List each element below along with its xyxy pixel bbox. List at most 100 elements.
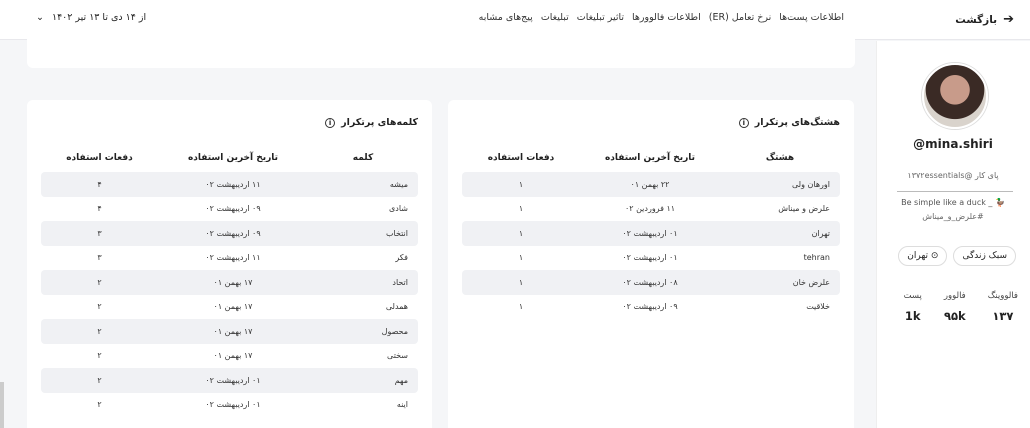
section-tabs: اطلاعات پست‌ها نرخ تعامل (ER) اطلاعات فا… bbox=[479, 12, 844, 23]
date-range-picker[interactable]: از ۱۴ دی تا ۱۳ تیر ۱۴۰۲ ⌄ bbox=[36, 12, 146, 23]
chevron-down-icon: ⌄ bbox=[36, 12, 44, 23]
table-cell: ۰۱ اردیبهشت ۰۲ bbox=[580, 221, 720, 246]
table-cell: محصول bbox=[308, 319, 418, 344]
table-cell: همدلی bbox=[385, 302, 408, 312]
table-cell: ۰۱ اردیبهشت ۰۲ bbox=[622, 253, 678, 263]
table-cell: tehran bbox=[803, 253, 830, 263]
tab-engagement-rate[interactable]: نرخ تعامل (ER) bbox=[709, 12, 772, 23]
column-header[interactable]: تاریخ آخرین استفاده bbox=[158, 148, 308, 172]
table-row: علرض و میناش ۱۱ فروردین ۰۲ ۱ bbox=[462, 197, 840, 222]
table-row: اتحاد ۱۷ بهمن ۰۱ ۲ bbox=[41, 270, 418, 295]
table-cell: ۰۹ اردیبهشت ۰۲ bbox=[622, 302, 678, 312]
table-cell: ۲ bbox=[41, 270, 158, 295]
table-cell: ۱۱ اردیبهشت ۰۲ bbox=[158, 172, 308, 197]
top-hashtags-panel: هشتگ‌های پرتکرار i هشتگ تاریخ آخرین استف… bbox=[448, 100, 854, 428]
table-cell: ۱۷ بهمن ۰۱ bbox=[213, 302, 253, 312]
hashtags-table: هشتگ تاریخ آخرین استفاده دفعات استفاده ا… bbox=[462, 148, 840, 319]
words-table: کلمه تاریخ آخرین استفاده دفعات استفاده م… bbox=[41, 148, 418, 417]
table-row: علرض خان ۰۸ اردیبهشت ۰۲ ۱ bbox=[462, 270, 840, 295]
table-row: تهران ۰۱ اردیبهشت ۰۲ ۱ bbox=[462, 221, 840, 246]
table-cell: ۲ bbox=[97, 351, 102, 361]
table-cell: اورهان ولی bbox=[720, 172, 840, 197]
bio-line-1: پای کار @۱۳۷۲essentials bbox=[907, 171, 999, 180]
table-cell: ۱۱ اردیبهشت ۰۲ bbox=[205, 253, 261, 263]
previous-section-card bbox=[27, 30, 855, 68]
top-words-panel: کلمه‌های پرتکرار i کلمه تاریخ آخرین استف… bbox=[27, 100, 432, 428]
table-row: اورهان ولی ۲۲ بهمن ۰۱ ۱ bbox=[462, 172, 840, 197]
stat-posts: پست 1k bbox=[903, 291, 922, 323]
info-icon[interactable]: i bbox=[325, 117, 336, 128]
column-header[interactable]: تاریخ آخرین استفاده bbox=[580, 148, 720, 172]
table-cell: اتحاد bbox=[308, 270, 418, 295]
table-cell: ۱۷ بهمن ۰۱ bbox=[213, 351, 253, 361]
profile-tags: سبک زندگی ⊙ تهران bbox=[898, 246, 1016, 266]
table-cell: ۱۱ فروردین ۰۲ bbox=[624, 204, 676, 214]
table-row: مهم ۰۱ اردیبهشت ۰۲ ۲ bbox=[41, 368, 418, 393]
table-cell: ۲ bbox=[41, 319, 158, 344]
table-cell: ۲ bbox=[97, 302, 102, 312]
table-row: سختی ۱۷ بهمن ۰۱ ۲ bbox=[41, 344, 418, 369]
table-cell: ۱ bbox=[462, 221, 580, 246]
tab-similar-pages[interactable]: پیج‌های مشابه bbox=[479, 12, 533, 23]
location-pin-icon: ⊙ bbox=[930, 251, 939, 261]
table-cell: ۰۱ اردیبهشت ۰۲ bbox=[205, 400, 261, 410]
date-range-label: از ۱۴ دی تا ۱۳ تیر ۱۴۰۲ bbox=[51, 12, 147, 23]
table-cell: ۲۲ بهمن ۰۱ bbox=[580, 172, 720, 197]
table-cell: ۰۹ اردیبهشت ۰۲ bbox=[158, 221, 308, 246]
tab-ads[interactable]: تبلیغات bbox=[541, 12, 569, 23]
column-header[interactable]: کلمه bbox=[308, 148, 418, 172]
table-row: اینه ۰۱ اردیبهشت ۰۲ ۲ bbox=[41, 393, 418, 418]
chip-lifestyle[interactable]: سبک زندگی bbox=[953, 246, 1016, 266]
column-header[interactable]: هشتگ bbox=[720, 148, 840, 172]
table-cell: اینه bbox=[396, 400, 408, 410]
table-cell: ۱۷ بهمن ۰۱ bbox=[158, 270, 308, 295]
table-cell: ۱ bbox=[518, 204, 524, 214]
info-icon[interactable]: i bbox=[738, 117, 749, 128]
bio-divider bbox=[897, 191, 1013, 192]
table-cell: ۱ bbox=[462, 172, 580, 197]
table-row: شادی ۰۹ اردیبهشت ۰۲ ۴ bbox=[41, 197, 418, 222]
stat-following: فالووینگ ۱۳۷ bbox=[987, 291, 1018, 323]
table-cell: شادی bbox=[389, 204, 408, 214]
column-header[interactable]: دفعات استفاده bbox=[41, 148, 158, 172]
arrow-right-icon: ➔ bbox=[1003, 12, 1014, 27]
table-cell: مهم bbox=[308, 368, 418, 393]
stat-followers: فالوور ۹۵k bbox=[943, 291, 966, 323]
bio-line-3: #علرض_و_میناش bbox=[922, 212, 984, 221]
table-cell: تهران bbox=[720, 221, 840, 246]
table-cell: ۲ bbox=[97, 400, 102, 410]
back-label: بازگشت bbox=[955, 13, 998, 26]
back-button[interactable]: ➔ بازگشت bbox=[955, 12, 1014, 27]
table-cell: ۱ bbox=[518, 253, 524, 263]
panel-title: هشتگ‌های پرتکرار i bbox=[738, 117, 840, 128]
table-cell: فکر bbox=[395, 253, 408, 263]
bio-line-2: Be simple like a duck _ 🦆 bbox=[901, 198, 1005, 207]
chip-location[interactable]: ⊙ تهران bbox=[898, 246, 948, 266]
table-cell: ۲ bbox=[41, 368, 158, 393]
table-row: انتخاب ۰۹ اردیبهشت ۰۲ ۳ bbox=[41, 221, 418, 246]
scrollbar[interactable] bbox=[0, 382, 4, 428]
table-cell: ۴ bbox=[41, 172, 158, 197]
table-cell: ۳ bbox=[97, 253, 102, 263]
avatar bbox=[922, 63, 988, 129]
tab-ads-impact[interactable]: تاثیر تبلیغات bbox=[577, 12, 624, 23]
table-cell: خلاقیت bbox=[806, 302, 830, 312]
table-cell: ۱۷ بهمن ۰۱ bbox=[158, 319, 308, 344]
column-header[interactable]: دفعات استفاده bbox=[462, 148, 580, 172]
table-cell: ۰۸ اردیبهشت ۰۲ bbox=[580, 270, 720, 295]
tab-followers-info[interactable]: اطلاعات فالوورها bbox=[632, 12, 701, 23]
panel-title: کلمه‌های پرتکرار i bbox=[325, 117, 418, 128]
table-cell: ۰۱ اردیبهشت ۰۲ bbox=[158, 368, 308, 393]
table-cell: ۱ bbox=[518, 302, 524, 312]
profile-sidebar: @mina.shiri پای کار @۱۳۷۲essentials Be s… bbox=[876, 41, 1030, 428]
tab-posts-info[interactable]: اطلاعات پست‌ها bbox=[779, 12, 844, 23]
table-row: tehran ۰۱ اردیبهشت ۰۲ ۱ bbox=[462, 246, 840, 271]
profile-username: @mina.shiri bbox=[913, 137, 993, 151]
profile-stats: فالووینگ ۱۳۷ فالوور ۹۵k پست 1k bbox=[904, 291, 1018, 323]
table-cell: ۱ bbox=[462, 270, 580, 295]
table-row: محصول ۱۷ بهمن ۰۱ ۲ bbox=[41, 319, 418, 344]
table-cell: سختی bbox=[387, 351, 408, 361]
table-row: میشه ۱۱ اردیبهشت ۰۲ ۴ bbox=[41, 172, 418, 197]
table-cell: علرض خان bbox=[720, 270, 840, 295]
table-row: همدلی ۱۷ بهمن ۰۱ ۲ bbox=[41, 295, 418, 320]
